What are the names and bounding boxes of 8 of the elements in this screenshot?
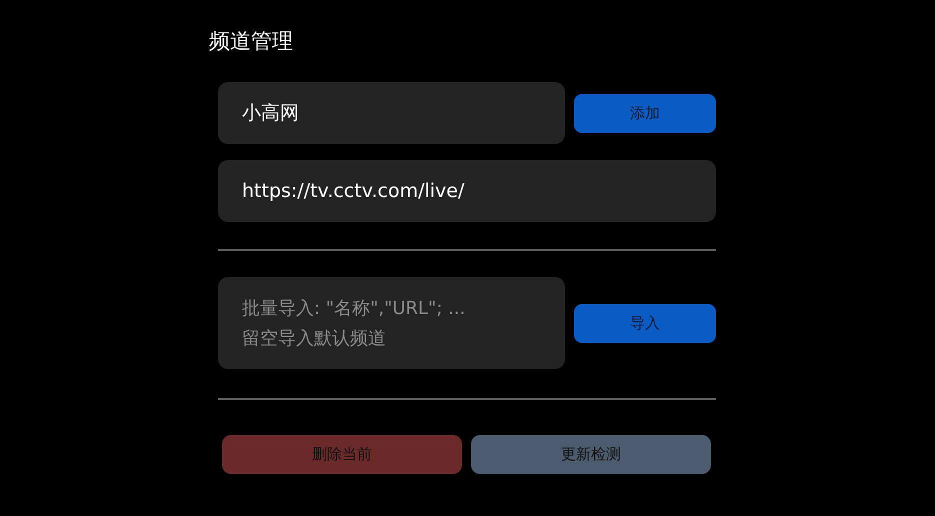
page-title: 频道管理 bbox=[209, 28, 293, 55]
name-field[interactable]: 小高网 bbox=[218, 82, 565, 144]
import-button[interactable]: 导入 bbox=[574, 304, 716, 342]
batch-import-text-area[interactable]: 批量导入: "名称","URL"; ... 留空导入默认频道 bbox=[218, 277, 565, 369]
web-address-field[interactable]: https://tv.cctv.com/live/ bbox=[218, 160, 716, 222]
add-button[interactable]: 添加 bbox=[574, 94, 716, 132]
delete-button[interactable]: 删除当前 bbox=[222, 435, 462, 474]
update-button[interactable]: 更新检测 bbox=[471, 435, 711, 474]
